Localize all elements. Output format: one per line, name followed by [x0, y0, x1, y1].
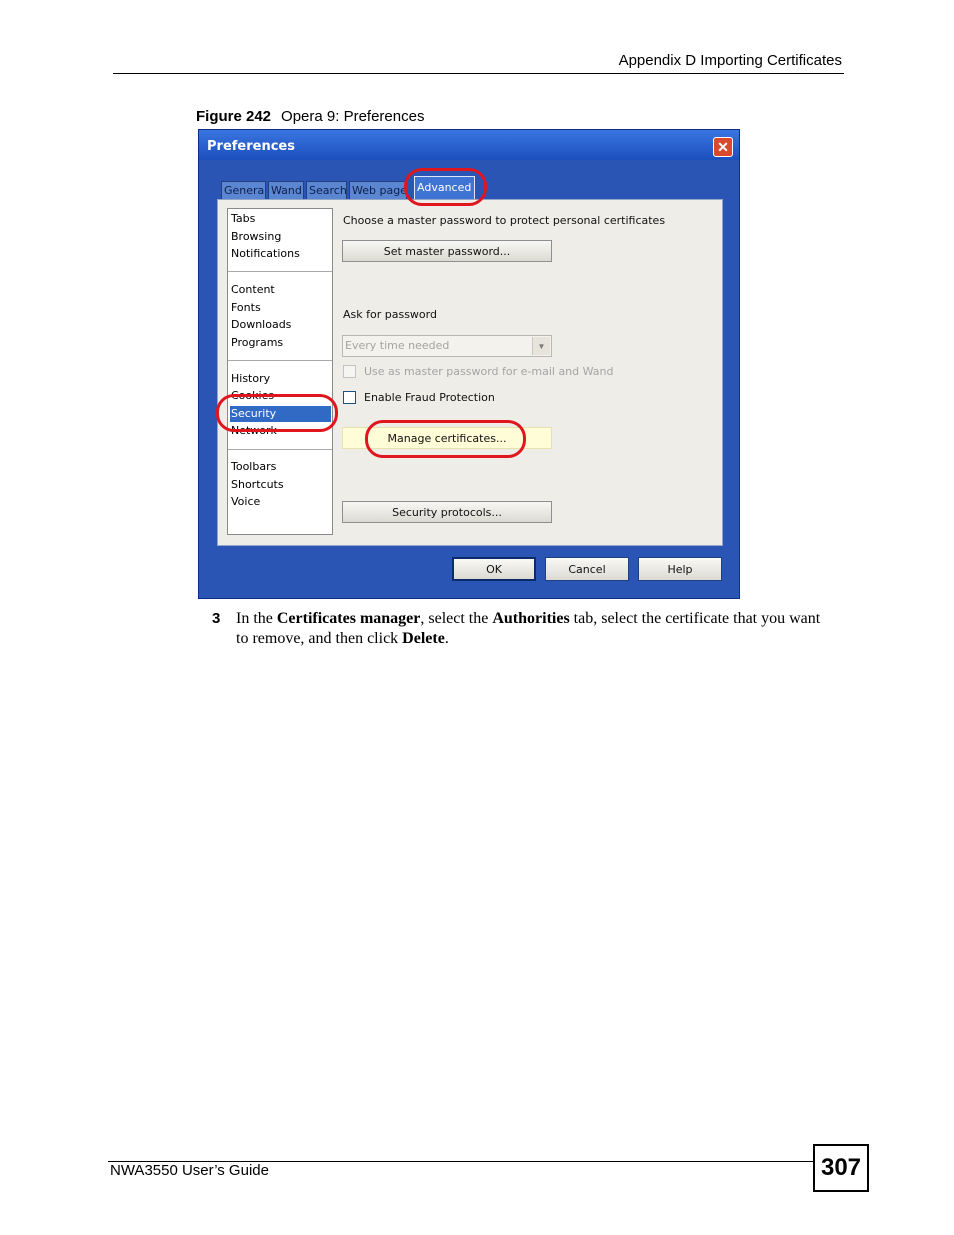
sidebar-item-history[interactable]: History: [230, 371, 331, 387]
certificates-manager-term: Certificates manager: [276, 610, 421, 627]
advanced-panel: Tabs Browsing Notifications Content Font…: [217, 199, 723, 546]
help-button[interactable]: Help: [638, 557, 722, 581]
fraud-protection-label: Enable Fraud Protection: [364, 391, 495, 404]
manage-certificates-highlight: [365, 420, 526, 458]
ok-button[interactable]: OK: [452, 557, 536, 581]
advanced-tab-highlight: [404, 168, 487, 206]
use-as-master-checkbox[interactable]: [343, 365, 356, 378]
fraud-protection-checkbox[interactable]: [343, 391, 356, 404]
footer-guide-title: NWA3550 User’s Guide: [110, 1162, 269, 1179]
tab-wand[interactable]: Wand: [268, 181, 304, 199]
sidebar-item-programs[interactable]: Programs: [230, 335, 331, 351]
authorities-term: Authorities: [492, 610, 570, 627]
sidebar-item-content[interactable]: Content: [230, 282, 331, 298]
sidebar-item-voice[interactable]: Voice: [230, 494, 331, 510]
tab-web-pages[interactable]: Web pages: [349, 181, 407, 199]
ask-for-password-value: Every time needed: [345, 339, 450, 352]
category-list: Tabs Browsing Notifications Content Font…: [227, 208, 333, 535]
sidebar-item-fonts[interactable]: Fonts: [230, 300, 331, 316]
preferences-dialog: Preferences ✕ General Wand Search Web pa…: [198, 129, 740, 599]
set-master-password-button[interactable]: Set master password...: [342, 240, 552, 262]
security-item-highlight: [216, 394, 338, 432]
sidebar-item-notifications[interactable]: Notifications: [230, 246, 331, 262]
list-divider: [228, 271, 332, 272]
tab-general[interactable]: General: [221, 181, 266, 199]
figure-label: Figure 242: [196, 108, 272, 125]
ask-for-password-select[interactable]: Every time needed ▼: [342, 335, 552, 357]
sidebar-item-downloads[interactable]: Downloads: [230, 317, 331, 333]
use-as-master-label: Use as master password for e-mail and Wa…: [364, 365, 614, 378]
step-text-part: , select the: [420, 610, 493, 627]
sidebar-item-tabs[interactable]: Tabs: [230, 211, 331, 227]
figure-caption: Figure 242 Opera 9: Preferences: [196, 108, 424, 125]
sidebar-item-browsing[interactable]: Browsing: [230, 229, 331, 245]
close-icon[interactable]: ✕: [713, 137, 733, 157]
tab-search[interactable]: Search: [306, 181, 347, 199]
step-number: 3: [212, 610, 221, 627]
cancel-button[interactable]: Cancel: [545, 557, 629, 581]
master-password-description: Choose a master password to protect pers…: [343, 214, 666, 227]
step-text-part: .: [444, 630, 449, 647]
dialog-title: Preferences: [207, 139, 295, 154]
list-divider: [228, 449, 332, 450]
ask-for-password-label: Ask for password: [343, 308, 437, 321]
list-divider: [228, 360, 332, 361]
page-header-section: Appendix D Importing Certificates: [618, 52, 842, 69]
sidebar-item-toolbars[interactable]: Toolbars: [230, 459, 331, 475]
sidebar-item-shortcuts[interactable]: Shortcuts: [230, 477, 331, 493]
figure-title: Opera 9: Preferences: [281, 108, 425, 125]
page-number: 307: [813, 1144, 869, 1192]
step-text-part: In the: [236, 610, 277, 627]
header-rule: [113, 73, 844, 74]
delete-term: Delete: [402, 630, 445, 647]
security-protocols-button[interactable]: Security protocols...: [342, 501, 552, 523]
step-text: In the Certificates manager, select the …: [236, 609, 832, 649]
dialog-titlebar: Preferences ✕: [199, 130, 739, 160]
chevron-down-icon[interactable]: ▼: [532, 337, 550, 355]
